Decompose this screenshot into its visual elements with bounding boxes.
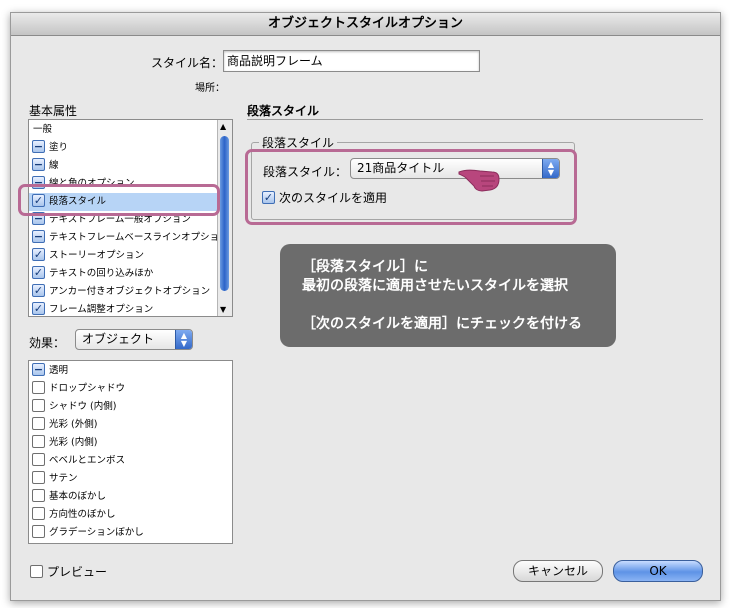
list-item-label: ドロップシャドウ: [49, 383, 126, 394]
list-item-checkbox[interactable]: −: [32, 230, 45, 243]
annotation-line-1: ［段落スタイル］に: [302, 259, 428, 275]
list-item-label: 一般: [33, 124, 53, 135]
list-item-checkbox[interactable]: ✓: [32, 284, 45, 297]
panel-divider: [247, 119, 703, 120]
panel-heading: 段落スタイル: [247, 104, 320, 118]
list-item[interactable]: ✓ テキストの回り込みほか: [29, 265, 217, 283]
effects-list: − 透明ドロップシャドウ シャドウ (内側) 光彩 (外側) 光彩 (内側) ベベルとエン…: [28, 360, 233, 544]
preview-checkbox[interactable]: [30, 565, 43, 578]
list-item-checkbox[interactable]: [32, 489, 45, 502]
list-item-checkbox[interactable]: [32, 471, 45, 484]
list-item-label: フレーム調整オプション: [49, 304, 154, 315]
list-item-label: テキストの回り込みほか: [49, 268, 154, 279]
list-item-checkbox[interactable]: [32, 453, 45, 466]
annotation-line-2: 最初の段落に適用させたいスタイルを選択: [302, 278, 568, 294]
list-item-label: サテン: [49, 473, 78, 484]
list-item[interactable]: − 塗り: [29, 139, 217, 157]
list-item-label: 基本のぼかし: [49, 491, 107, 502]
style-name-field[interactable]: 商品説明フレーム: [223, 50, 480, 72]
list-item[interactable]: 方向性のぼかし: [29, 506, 232, 524]
list-item-checkbox[interactable]: ✓: [32, 302, 45, 315]
list-item[interactable]: ドロップシャドウ: [29, 380, 232, 398]
list-item-label: 塗り: [49, 142, 69, 153]
list-item[interactable]: − 透明: [29, 362, 232, 380]
list-item-label: 光彩 (内側): [49, 437, 98, 448]
effects-label: 効果：: [29, 336, 66, 350]
list-item[interactable]: 光彩 (内側): [29, 434, 232, 452]
list-item-checkbox[interactable]: [32, 381, 45, 394]
list-item-checkbox[interactable]: −: [32, 140, 45, 153]
list-item[interactable]: − 線: [29, 157, 217, 175]
list-item[interactable]: 一般: [29, 121, 217, 139]
annotation-note: ［段落スタイル］に 最初の段落に適用させたいスタイルを選択 ［次のスタイルを適用…: [280, 244, 616, 347]
list-item-checkbox[interactable]: [32, 399, 45, 412]
list-item-checkbox[interactable]: −: [32, 363, 45, 376]
list-item-label: グラデーションぼかし: [49, 527, 144, 538]
list-item[interactable]: サテン: [29, 470, 232, 488]
annotation-line-3: ［次のスタイルを適用］にチェックを付ける: [302, 316, 582, 332]
list-item[interactable]: グラデーションぼかし: [29, 524, 232, 542]
list-item-label: 光彩 (外側): [49, 419, 98, 430]
list-item[interactable]: ベベルとエンボス: [29, 452, 232, 470]
cancel-button[interactable]: キャンセル: [513, 560, 603, 582]
list-item[interactable]: 光彩 (外側): [29, 416, 232, 434]
preview-label: プレビュー: [47, 565, 108, 579]
list-item-checkbox[interactable]: [32, 417, 45, 430]
list-item[interactable]: ✓ ストーリーオプション: [29, 247, 217, 265]
list-item-label: 線: [49, 160, 59, 171]
location-label: 場所：: [195, 83, 225, 94]
scroll-thumb[interactable]: [220, 136, 229, 291]
list-item-label: アンカー付きオブジェクトオプション: [49, 286, 211, 297]
basic-attributes-scrollbar[interactable]: ▲ ▼: [217, 120, 232, 316]
scroll-down-icon[interactable]: ▼: [220, 305, 226, 314]
list-item-label: ストーリーオプション: [49, 250, 145, 261]
list-item-checkbox[interactable]: [32, 525, 45, 538]
list-item-checkbox[interactable]: [32, 507, 45, 520]
effects-target-value: オブジェクト: [82, 332, 155, 346]
list-item-label: シャドウ (内側): [49, 401, 117, 412]
list-item-checkbox[interactable]: −: [32, 158, 45, 171]
ok-button[interactable]: OK: [613, 560, 703, 582]
list-item-label: 透明: [49, 365, 69, 376]
list-item[interactable]: ✓ アンカー付きオブジェクトオプション: [29, 283, 217, 301]
scroll-up-icon[interactable]: ▲: [220, 122, 226, 131]
highlight-frame-paragraph-style: [245, 149, 577, 225]
dialog-title: オブジェクトスタイルオプション: [11, 13, 720, 36]
list-item-checkbox[interactable]: ✓: [32, 266, 45, 279]
effects-target-dropdown[interactable]: オブジェクト ▲ ▼: [75, 329, 193, 350]
style-name-label: スタイル名：: [151, 56, 224, 70]
list-item[interactable]: ✓ フレーム調整オプション: [29, 301, 217, 316]
basic-attributes-list: 一般 − 塗り − 線 − 線と角のオプション ✓ 段落スタイル − テキストフレーム一般オプション…: [28, 119, 233, 317]
list-item-label: ベベルとエンボス: [49, 455, 126, 466]
list-item[interactable]: シャドウ (内側): [29, 398, 232, 416]
list-item[interactable]: − テキストフレームベースラインオプション: [29, 229, 228, 247]
list-item-checkbox[interactable]: [32, 435, 45, 448]
list-item[interactable]: 基本のぼかし: [29, 488, 232, 506]
basic-attributes-heading: 基本属性: [29, 104, 78, 118]
list-item-checkbox[interactable]: ✓: [32, 248, 45, 261]
highlight-frame-list-item: [18, 184, 220, 216]
object-style-options-dialog: オブジェクトスタイルオプション スタイル名： 商品説明フレーム 場所： 基本属性…: [10, 12, 721, 601]
list-item-label: テキストフレームベースラインオプション: [49, 232, 229, 243]
chevron-updown-icon: ▲ ▼: [175, 330, 192, 349]
preview-option[interactable]: プレビュー: [27, 563, 107, 580]
list-item-label: 方向性のぼかし: [49, 509, 116, 520]
